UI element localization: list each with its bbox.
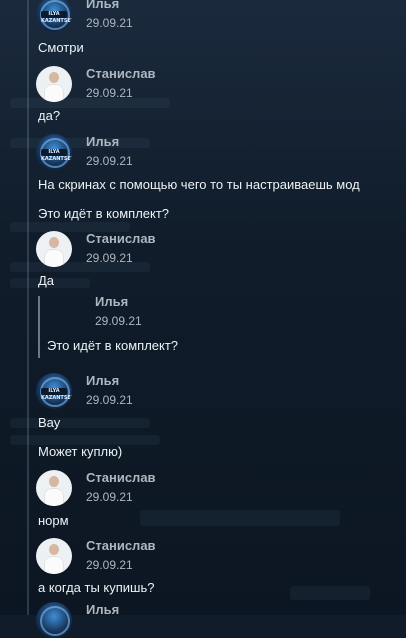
message-date: 29.09.21: [86, 490, 133, 504]
avatar-logo-text: ILYA KAZANTSEV: [41, 149, 72, 162]
avatar[interactable]: ILYA KAZANTSEV: [36, 0, 72, 32]
avatar-logo-text: ILYA KAZANTSEV: [41, 11, 72, 24]
avatar[interactable]: ILYA KAZANTSEV: [36, 373, 72, 409]
message-text: Вау: [38, 415, 61, 430]
message-header: ILYA KAZANTSEV Илья 29.09.21: [36, 373, 336, 409]
avatar-body: [44, 556, 64, 574]
message-date: 29.09.21: [86, 86, 133, 100]
avatar-head: [49, 237, 59, 248]
avatar[interactable]: ILYA KAZANTSEV: [36, 134, 72, 170]
message-header: Станислав 29.09.21: [36, 66, 336, 102]
message-header: ILYA KAZANTSEV Илья 29.09.21: [36, 134, 336, 170]
avatar-ring: [40, 606, 70, 636]
message-date: 29.09.21: [86, 558, 133, 572]
author-name[interactable]: Станислав: [86, 231, 156, 246]
avatar[interactable]: [36, 470, 72, 506]
message-header: ILYA KAZANTSEV Илья 29.09.21: [36, 0, 336, 32]
message-text: Это идёт в комплект?: [38, 206, 170, 221]
message-text: норм: [38, 513, 69, 528]
message-header: Станислав 29.09.21: [36, 470, 336, 506]
message-text: да?: [38, 108, 61, 123]
message-text: а когда ты купишь?: [38, 580, 155, 595]
avatar[interactable]: [36, 602, 72, 638]
avatar-head: [49, 544, 59, 555]
author-name[interactable]: Илья: [86, 0, 119, 11]
quoted-author-name[interactable]: Илья: [95, 294, 128, 309]
message-date: 29.09.21: [86, 393, 133, 407]
author-name[interactable]: Станислав: [86, 66, 156, 81]
message-text: Может куплю): [38, 444, 123, 459]
message-date: 29.09.21: [86, 154, 133, 168]
message-header: Станислав 29.09.21: [36, 538, 336, 574]
message-header: Илья: [36, 602, 336, 638]
avatar-body: [44, 84, 64, 102]
message-date: 29.09.21: [86, 251, 133, 265]
message-text: Смотри: [38, 40, 84, 55]
avatar[interactable]: [36, 231, 72, 267]
author-name[interactable]: Станислав: [86, 470, 156, 485]
message-header: Станислав 29.09.21: [36, 231, 336, 267]
author-name[interactable]: Станислав: [86, 538, 156, 553]
quoted-message-header: Илья 29.09.21: [46, 294, 346, 330]
message-text: На скринах с помощью чего то ты настраив…: [38, 177, 360, 192]
author-name[interactable]: Илья: [86, 134, 119, 149]
avatar-logo-text: ILYA KAZANTSEV: [41, 388, 72, 401]
avatar-body: [44, 488, 64, 506]
avatar[interactable]: [36, 66, 72, 102]
avatar-head: [49, 476, 59, 487]
quoted-message-text: Это идёт в комплект?: [47, 338, 179, 353]
avatar-head: [49, 72, 59, 83]
message-date: 29.09.21: [86, 16, 133, 30]
avatar[interactable]: [36, 538, 72, 574]
author-name[interactable]: Илья: [86, 373, 119, 388]
quoted-message-date: 29.09.21: [95, 314, 142, 328]
avatar-body: [44, 249, 64, 267]
quote-bar: [38, 296, 40, 358]
message-feed[interactable]: ILYA KAZANTSEV Илья 29.09.21 Смотри Стан…: [0, 0, 406, 638]
message-text: Да: [38, 273, 55, 288]
